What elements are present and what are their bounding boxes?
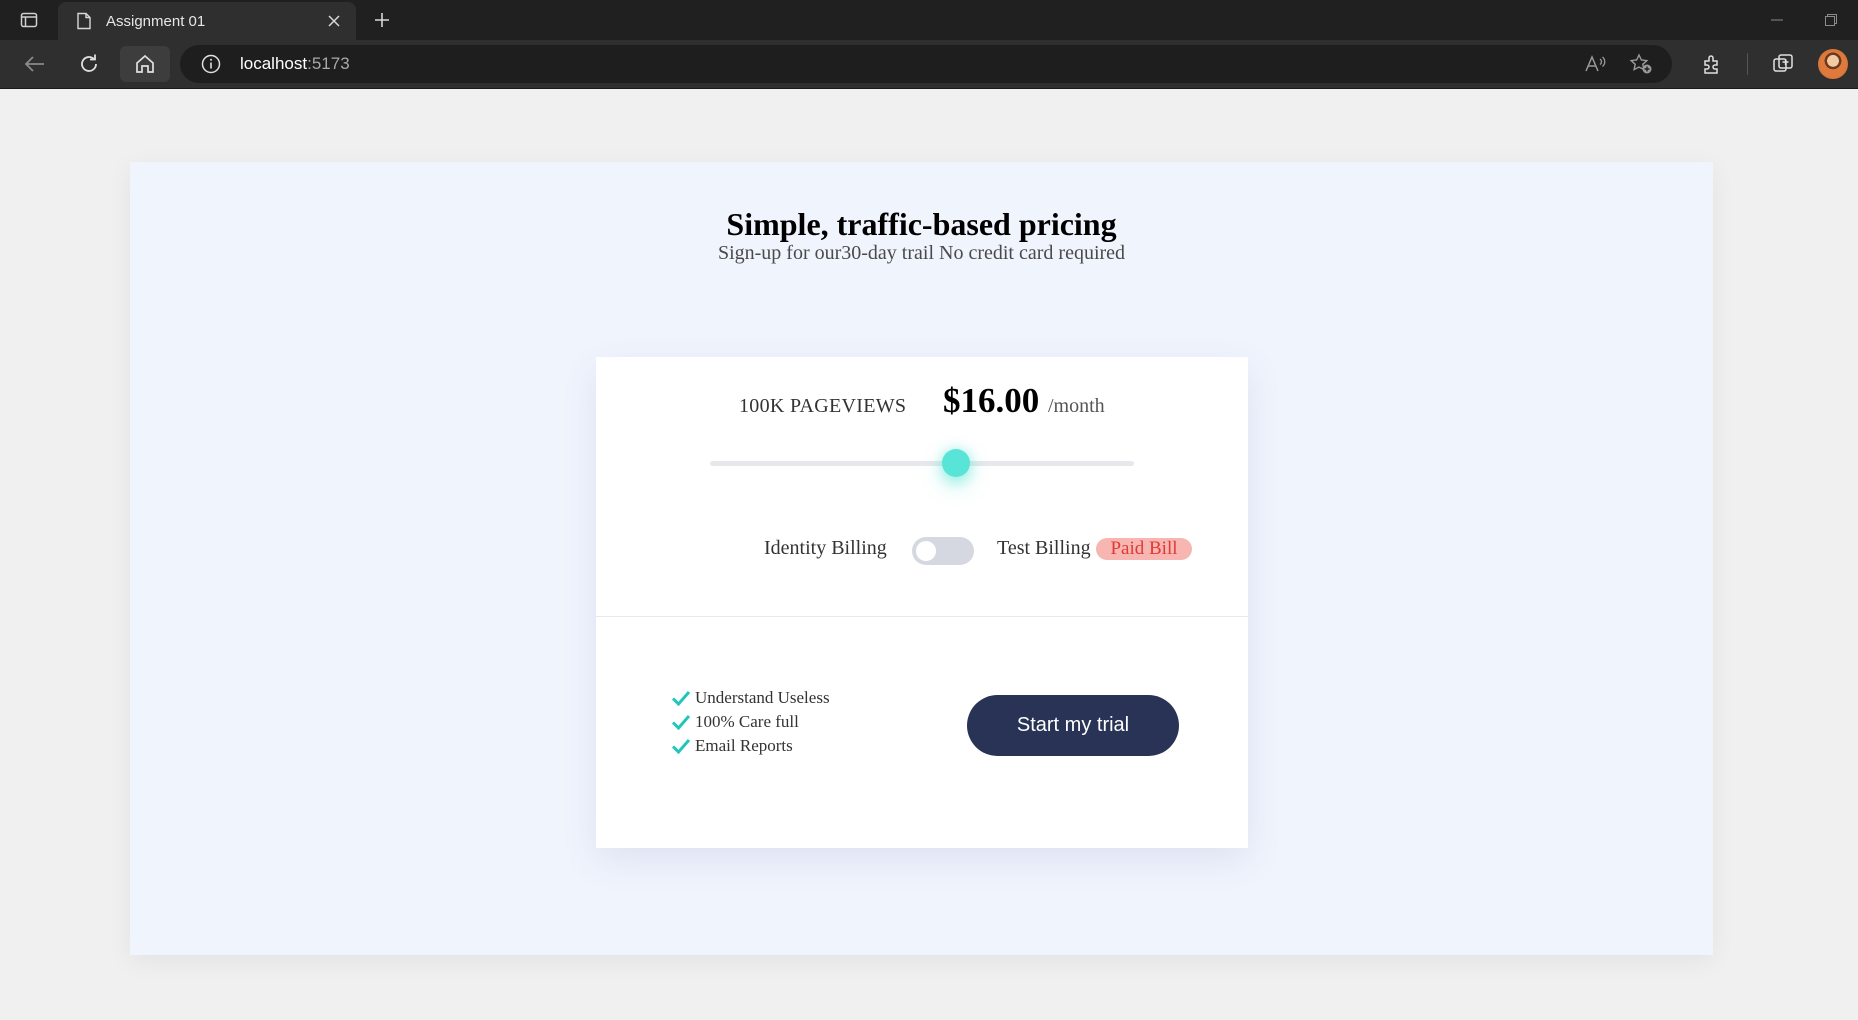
test-billing-label: Test Billing (997, 537, 1091, 559)
pricing-card: 100K PAGEVIEWS $16.00 /month Identity Bi… (596, 357, 1248, 848)
page-title: Simple, traffic-based pricing (726, 206, 1117, 242)
add-favorite-icon[interactable] (1628, 51, 1654, 77)
site-info-icon[interactable] (200, 53, 222, 75)
start-trial-button[interactable]: Start my trial (967, 695, 1179, 756)
collections-icon[interactable] (1770, 51, 1796, 77)
window-controls (1750, 0, 1858, 40)
browser-toolbar: localhost:5173 (0, 40, 1858, 89)
minimize-icon[interactable] (1750, 0, 1804, 40)
restore-icon[interactable] (1804, 0, 1858, 40)
read-aloud-icon[interactable] (1582, 51, 1608, 77)
pageviews-label: 100K PAGEVIEWS (739, 395, 907, 417)
home-icon[interactable] (120, 46, 170, 82)
url-port: :5173 (307, 54, 350, 73)
check-icon (670, 688, 692, 708)
feature-item: Email Reports (670, 734, 830, 758)
tab-title: Assignment 01 (106, 12, 206, 30)
pageviews-slider-thumb[interactable] (941, 449, 970, 477)
pageviews-slider-track[interactable] (710, 461, 1134, 466)
tab-actions-icon[interactable] (14, 8, 44, 32)
feature-item: Understand Useless (670, 686, 830, 710)
toggle-knob (916, 541, 936, 561)
feature-text: Understand Useless (695, 688, 830, 707)
price-amount: $16.00 (943, 381, 1040, 420)
price-period: /month (1048, 395, 1105, 417)
close-tab-icon[interactable] (322, 9, 346, 33)
page-subtitle: Sign-up for our30-day trail No credit ca… (717, 242, 1126, 264)
profile-avatar[interactable] (1818, 49, 1848, 79)
refresh-icon[interactable] (64, 46, 114, 82)
url-text[interactable]: localhost:5173 (240, 54, 350, 74)
card-divider (596, 616, 1248, 617)
new-tab-icon[interactable] (368, 6, 396, 34)
feature-text: 100% Care full (695, 712, 799, 731)
feature-list: Understand Useless 100% Care full Email … (670, 686, 830, 758)
browser-titlebar: Assignment 01 (0, 0, 1858, 40)
billing-toggle[interactable] (912, 537, 974, 565)
feature-text: Email Reports (695, 736, 793, 755)
paid-bill-badge: Paid Bill (1096, 538, 1192, 560)
toolbar-separator (1747, 53, 1748, 75)
document-icon (74, 11, 94, 31)
pricing-page: Simple, traffic-based pricing Sign-up fo… (130, 162, 1713, 955)
feature-item: 100% Care full (670, 710, 830, 734)
identity-billing-label: Identity Billing (764, 537, 887, 559)
extensions-icon[interactable] (1699, 51, 1725, 77)
back-arrow-icon[interactable] (10, 46, 60, 82)
browser-tab[interactable]: Assignment 01 (58, 2, 356, 40)
url-host: localhost (240, 54, 308, 73)
address-bar[interactable]: localhost:5173 (180, 45, 1672, 83)
check-icon (670, 712, 692, 732)
check-icon (670, 736, 692, 756)
